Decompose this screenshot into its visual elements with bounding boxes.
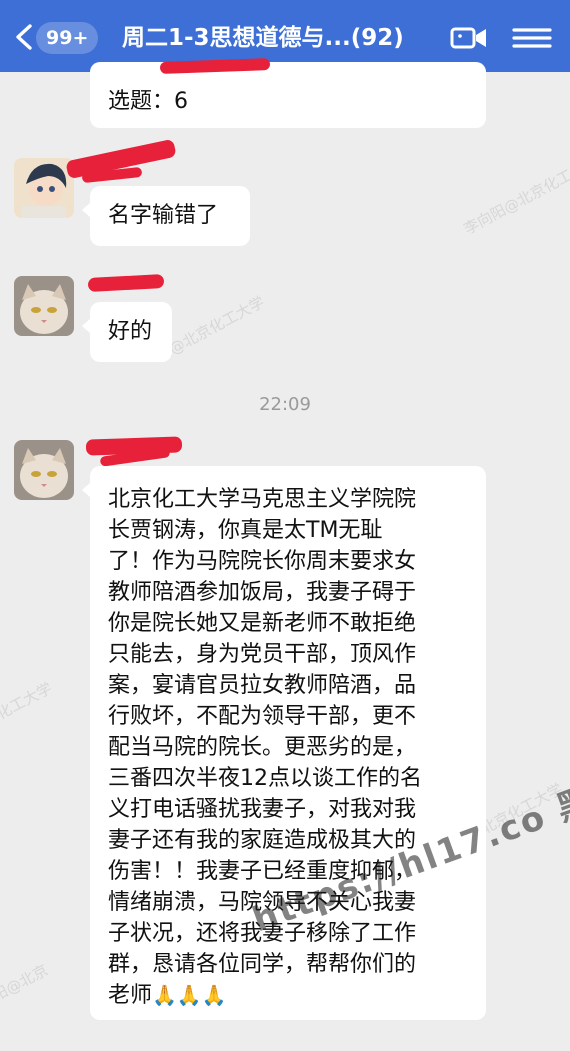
message-line: 只能去，身为党员干部，顶风作 <box>108 642 417 667</box>
unread-count-badge[interactable]: 99+ <box>36 22 99 54</box>
cat-avatar-icon <box>14 440 74 500</box>
message-text: 选题：6 <box>108 89 188 114</box>
message-text: 好的 <box>108 319 153 344</box>
message-bubble[interactable]: 好的 <box>82 302 172 362</box>
avatar[interactable] <box>14 158 74 218</box>
message-line: 你是院长她又是新老师不敢拒绝 <box>108 611 417 636</box>
message-line: 教师陪酒参加饭局，我妻子碍于 <box>108 580 417 605</box>
avatar[interactable] <box>14 440 74 500</box>
message-last-line: 老师🙏🙏🙏 <box>108 980 227 1011</box>
message-line: 案，宴请官员拉女教师陪酒，品 <box>108 673 417 698</box>
message-line: 北京化工大学马克思主义学院院 <box>108 487 417 512</box>
message-bubble[interactable]: 北京化工大学马克思主义学院院 长贾钢涛，你真是太TM无耻 了！作为马院院长你周末… <box>82 466 486 1020</box>
message-line: 老师 <box>108 983 153 1008</box>
message-bubble[interactable]: 名字输错了 <box>82 186 250 246</box>
message-line: 长贾钢涛，你真是太TM无耻 <box>108 518 383 543</box>
timestamp: 22:09 <box>259 394 311 415</box>
watermark: 李向阳@北京化工大学 <box>460 151 570 239</box>
redaction-mark <box>87 274 165 292</box>
cat-avatar-icon <box>14 276 74 336</box>
back-arrow-icon[interactable] <box>10 22 38 52</box>
message-line: 义打电话骚扰我妻子，对我对我 <box>108 797 417 822</box>
pray-emoji-icon: 🙏🙏🙏 <box>152 983 227 1007</box>
watermark: 化工大学 <box>0 678 55 723</box>
message-line: 配当马院的院长。更恶劣的是， <box>108 735 417 760</box>
chat-title: 周二1-3思想道德与...(92) <box>122 25 404 51</box>
message-line: 行败坏，不配为领导干部，更不 <box>108 704 417 729</box>
watermark: 阳@北京 <box>0 960 51 1005</box>
menu-icon[interactable] <box>512 27 552 49</box>
message-text: 名字输错了 <box>108 203 219 228</box>
video-call-icon[interactable] <box>450 26 488 50</box>
message-line: 了！作为马院院长你周末要求女 <box>108 549 417 574</box>
message-bubble[interactable]: 选题：6 <box>90 62 486 128</box>
message-line: 群，恳请各位同学，帮帮你们的 <box>108 952 417 977</box>
message-line: 三番四次半夜12点以谈工作的名 <box>108 766 422 791</box>
anime-avatar-icon <box>14 158 74 218</box>
avatar[interactable] <box>14 276 74 336</box>
